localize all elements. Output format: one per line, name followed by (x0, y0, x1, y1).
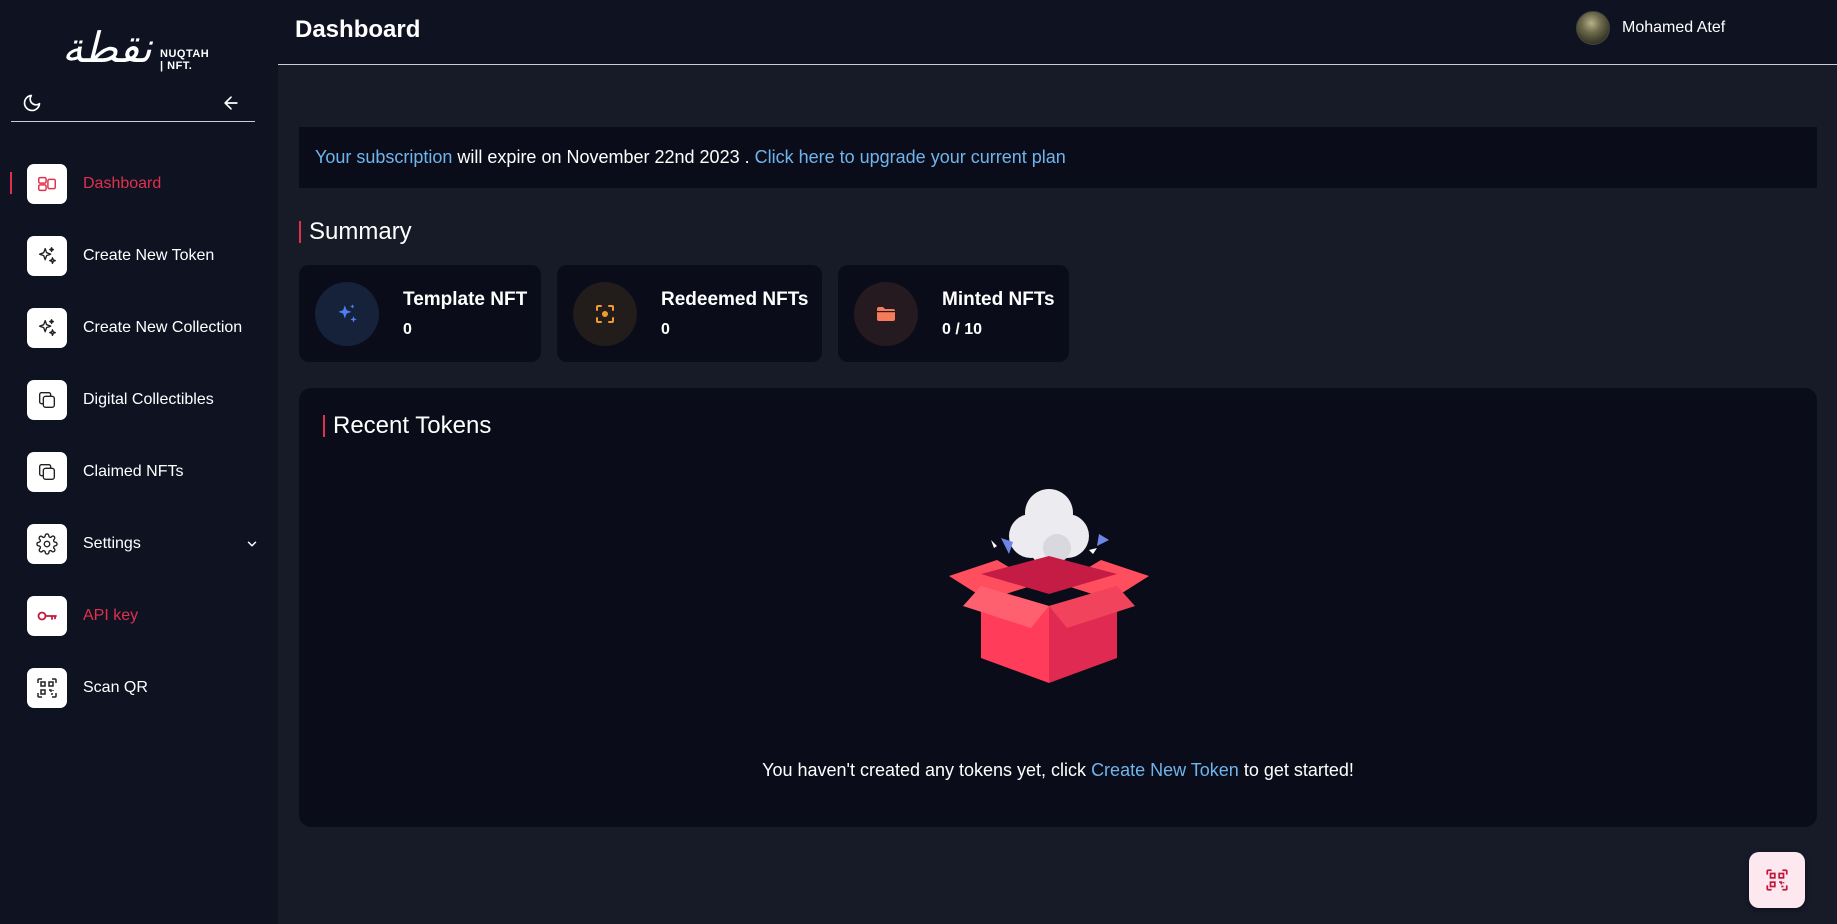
summary-card-label: Minted NFTs (942, 288, 1055, 310)
active-indicator (10, 172, 12, 194)
recent-tokens-title: Recent Tokens (333, 412, 492, 439)
theme-toggle-button[interactable] (19, 90, 45, 116)
subscription-link[interactable]: Your subscription (315, 147, 452, 168)
avatar[interactable] (1576, 11, 1610, 45)
sidebar-item-settings[interactable]: Settings (0, 508, 278, 580)
summary-title: Summary (309, 218, 412, 245)
create-new-token-link[interactable]: Create New Token (1091, 760, 1239, 780)
summary-card-redeemed-nfts[interactable]: Redeemed NFTs 0 (557, 265, 822, 362)
subscription-expiry-text: will expire on November 22nd 2023 . (452, 147, 755, 167)
sidebar-item-digital-collectibles[interactable]: Digital Collectibles (0, 364, 278, 436)
summary-card-value: 0 (661, 320, 670, 338)
sidebar-item-label: Digital Collectibles (83, 391, 214, 408)
top-header: Dashboard Mohamed Atef (278, 0, 1837, 65)
sidebar-item-claimed-nfts[interactable]: Claimed NFTs (0, 436, 278, 508)
sidebar-item-label: Scan QR (83, 679, 148, 696)
brand-logo[interactable]: نقطة NUQTAH | NFT. (62, 18, 212, 80)
summary-card-text: Minted NFTs 0 / 10 (942, 289, 1055, 339)
sidebar-toolbar (11, 86, 255, 122)
brand-logo-text: NUQTAH | NFT. (160, 48, 209, 72)
qr-scan-icon (27, 668, 67, 708)
brand-name-line2: | NFT. (160, 60, 193, 72)
sparkles-icon (27, 308, 67, 348)
dashboard-icon (27, 164, 67, 204)
summary-heading: Summary (299, 218, 412, 246)
scan-qr-floating-button[interactable] (1749, 852, 1805, 908)
qr-scan-icon (1766, 869, 1788, 891)
summary-card-value: 0 (403, 320, 412, 338)
summary-card-template-nft[interactable]: Template NFT 0 (299, 265, 541, 362)
sidebar-item-label: Claimed NFTs (83, 463, 184, 480)
brand-logo-script: نقطة (62, 23, 154, 72)
sidebar-item-label: Settings (83, 535, 141, 552)
sidebar-item-create-new-collection[interactable]: Create New Collection (0, 292, 278, 364)
copy-icon (27, 452, 67, 492)
page-title: Dashboard (295, 16, 421, 43)
empty-state-message: You haven't created any tokens yet, clic… (299, 760, 1817, 781)
sidebar-nav: Dashboard Create New Token Create New Co… (0, 148, 278, 724)
chevron-down-icon[interactable] (244, 536, 260, 552)
collapse-sidebar-button[interactable] (218, 90, 244, 116)
focus-icon (573, 281, 637, 346)
sidebar: نقطة NUQTAH | NFT. Dashboard Create New … (0, 0, 278, 924)
summary-card-text: Template NFT 0 (403, 289, 527, 339)
arrow-left-icon (224, 96, 238, 110)
moon-icon (23, 94, 41, 112)
empty-box-illustration (949, 489, 1149, 683)
summary-card-text: Redeemed NFTs 0 (661, 289, 808, 339)
sidebar-item-dashboard[interactable]: Dashboard (0, 148, 278, 220)
user-name: Mohamed Atef (1622, 19, 1726, 36)
sidebar-item-label: Dashboard (83, 175, 162, 192)
sparkles-icon (27, 236, 67, 276)
gear-icon (27, 524, 67, 564)
user-menu[interactable]: Mohamed Atef (1576, 11, 1725, 45)
empty-state-suffix: to get started! (1238, 760, 1354, 780)
empty-state-prefix: You haven't created any tokens yet, clic… (762, 760, 1092, 780)
heading-accent-bar (323, 415, 325, 437)
heading-accent-bar (299, 221, 301, 243)
sidebar-item-label: Create New Collection (83, 319, 243, 336)
summary-card-label: Template NFT (403, 288, 528, 310)
folder-icon (854, 281, 918, 346)
recent-tokens-panel: Recent Tokens You haven't created any to… (299, 388, 1817, 827)
sidebar-item-create-new-token[interactable]: Create New Token (0, 220, 278, 292)
summary-card-value: 0 / 10 (942, 320, 983, 338)
key-icon (27, 596, 67, 636)
subscription-banner: Your subscription will expire on Novembe… (299, 127, 1817, 188)
sidebar-item-scan-qr[interactable]: Scan QR (0, 652, 278, 724)
summary-card-minted-nfts[interactable]: Minted NFTs 0 / 10 (838, 265, 1069, 362)
sidebar-item-api-key[interactable]: API key (0, 580, 278, 652)
sidebar-item-label: API key (83, 607, 139, 624)
upgrade-plan-link[interactable]: Click here to upgrade your current plan (755, 147, 1066, 168)
recent-tokens-heading: Recent Tokens (323, 412, 491, 440)
sidebar-item-label: Create New Token (83, 247, 215, 264)
brand-name-line1: NUQTAH (160, 48, 210, 60)
summary-card-label: Redeemed NFTs (661, 288, 809, 310)
copy-icon (27, 380, 67, 420)
sparkles-icon (315, 281, 379, 346)
